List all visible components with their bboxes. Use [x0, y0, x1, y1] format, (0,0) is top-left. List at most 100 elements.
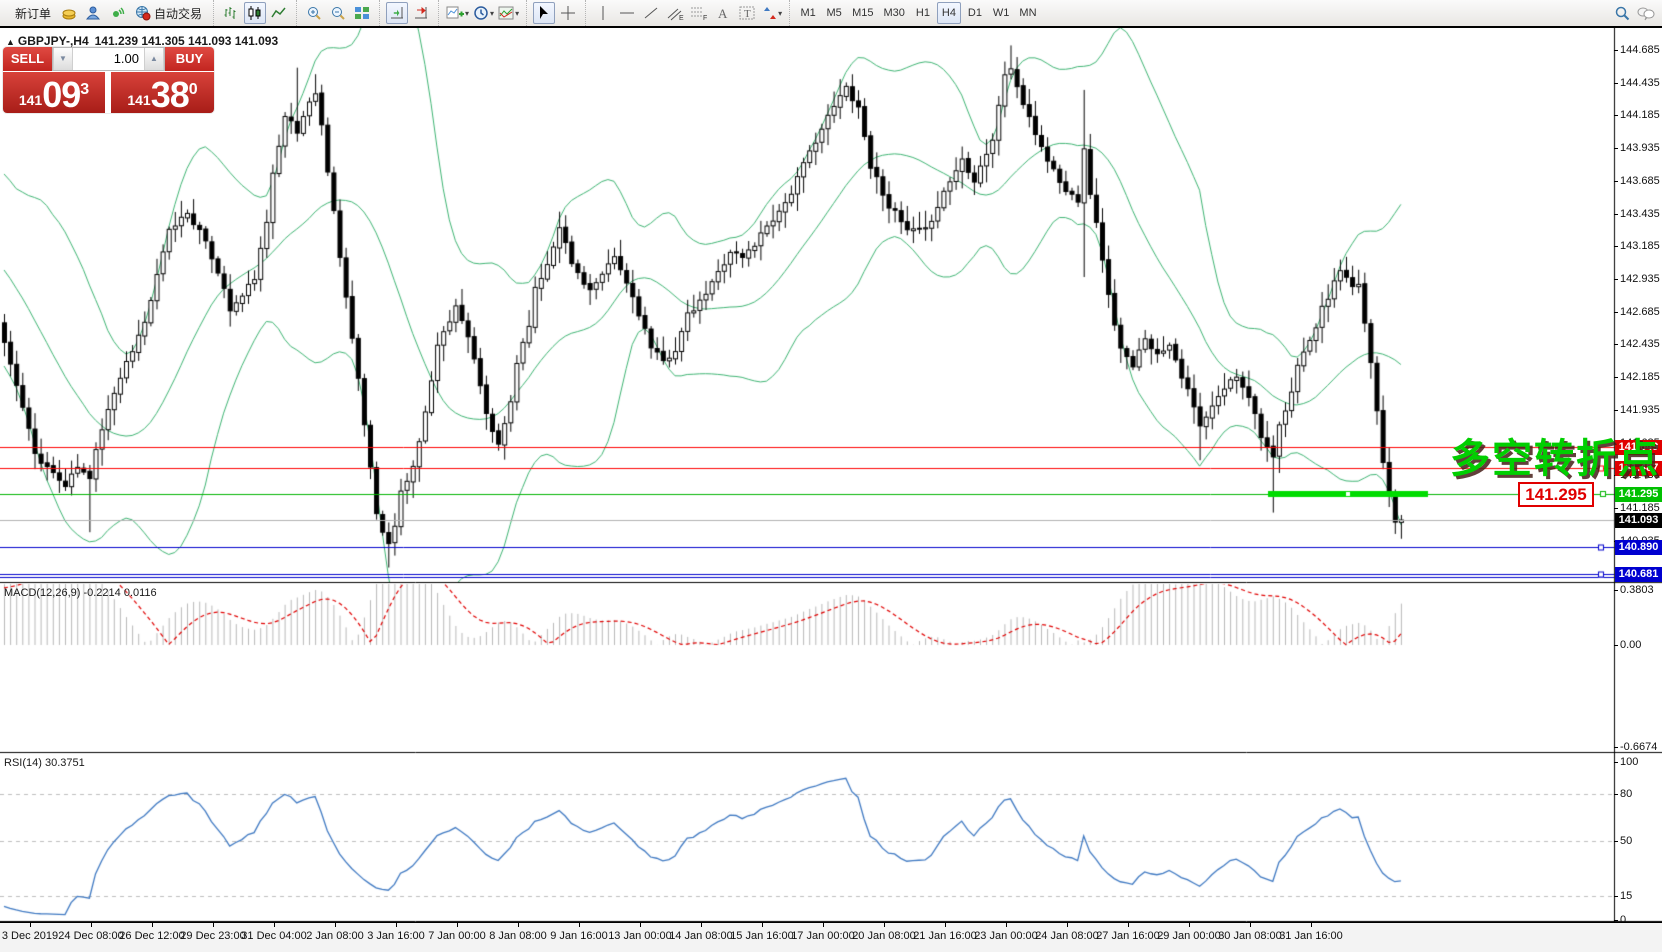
vertical-line-icon[interactable] [592, 2, 614, 24]
toolbar: 新订单 自动交易 [0, 0, 1662, 28]
chat-icon[interactable] [1635, 2, 1657, 24]
cursor-icon[interactable] [533, 2, 555, 24]
macd-axis-label: -0.6674 [1620, 741, 1662, 754]
timeframe-group: M1M5M15M30H1H4D1W1MN [789, 0, 1046, 26]
candlestick-chart-icon[interactable] [244, 2, 266, 24]
chart-shift-icon[interactable] [410, 2, 432, 24]
signals-icon[interactable] [106, 2, 128, 24]
axis-tick [1614, 645, 1618, 646]
price-flag-label[interactable]: 141.295 [1518, 482, 1594, 507]
buy-price-base: 141 [127, 89, 150, 111]
time-axis-label: 24 Dec 08:00 [58, 930, 123, 942]
timeframe-button-w1[interactable]: W1 [989, 2, 1014, 24]
axis-tick [1614, 747, 1618, 748]
price-axis-label: 144.435 [1620, 77, 1662, 90]
time-tick [213, 923, 214, 927]
time-axis-label: 26 Dec 12:00 [119, 930, 184, 942]
timeframe-button-m5[interactable]: M5 [822, 2, 846, 24]
periods-icon[interactable]: ▾ [472, 2, 495, 24]
search-icon[interactable] [1611, 2, 1633, 24]
price-axis-label: 143.185 [1620, 240, 1662, 253]
price-axis-label: 142.435 [1620, 338, 1662, 351]
timeframe-button-d1[interactable]: D1 [963, 2, 987, 24]
tile-windows-icon[interactable] [351, 2, 373, 24]
time-tick [1006, 923, 1007, 927]
axis-tick [1614, 50, 1618, 51]
text-label-icon[interactable]: T [736, 2, 758, 24]
periods-dropdown-arrow[interactable]: ▾ [490, 9, 494, 18]
channel-icon[interactable]: E [664, 2, 686, 24]
time-axis-label: 3 Dec 2019 [2, 930, 58, 942]
timeframe-button-m30[interactable]: M30 [880, 2, 909, 24]
time-tick [91, 923, 92, 927]
timeframe-button-mn[interactable]: MN [1015, 2, 1040, 24]
gold-icon[interactable] [58, 2, 80, 24]
time-tick [1250, 923, 1251, 927]
axis-tick [1614, 590, 1618, 591]
chart-title: ▲GBPJPY-,H4 141.239 141.305 141.093 141.0… [6, 34, 278, 48]
sell-price[interactable]: 141093 [3, 72, 105, 113]
community-icon[interactable] [82, 2, 104, 24]
axis-tick [1614, 794, 1618, 795]
axis-tick [1614, 410, 1618, 411]
timeframe-button-m1[interactable]: M1 [796, 2, 820, 24]
text-icon[interactable]: A [712, 2, 734, 24]
bar-chart-icon[interactable] [220, 2, 242, 24]
svg-text:F: F [703, 15, 707, 21]
price-axis-label: 142.935 [1620, 273, 1662, 286]
indicators-dropdown-arrow[interactable]: ▾ [465, 9, 469, 18]
autotrading-label: 自动交易 [154, 5, 202, 22]
time-tick [1311, 923, 1312, 927]
sell-price-big: 09 [42, 79, 80, 111]
price-axis-label: 144.185 [1620, 109, 1662, 122]
buy-price[interactable]: 141380 [111, 72, 214, 113]
axis-tick [1614, 841, 1618, 842]
svg-text:T: T [744, 8, 751, 20]
line-chart-icon[interactable] [268, 2, 290, 24]
zoom-out-icon[interactable] [327, 2, 349, 24]
symbol-marker-icon: ▲ [6, 37, 15, 47]
price-axis-label: 144.685 [1620, 44, 1662, 57]
buy-price-big: 38 [151, 79, 189, 111]
axis-tick [1614, 148, 1618, 149]
rsi-axis-label: 15 [1620, 890, 1662, 903]
timeframe-button-h1[interactable]: H1 [911, 2, 935, 24]
axis-tick [1614, 181, 1618, 182]
autotrading-button[interactable]: 自动交易 [130, 2, 207, 24]
rsi-axis-label: 80 [1620, 788, 1662, 801]
time-tick [762, 923, 763, 927]
axis-tick [1614, 920, 1618, 921]
indicators-icon[interactable]: ▾ [445, 2, 470, 24]
buy-button[interactable]: BUY [165, 47, 214, 71]
level-price-badge-141.295: 141.295 [1615, 487, 1662, 502]
timeframe-button-h4[interactable]: H4 [937, 2, 961, 24]
time-tick [1128, 923, 1129, 927]
fibonacci-icon[interactable]: F [688, 2, 710, 24]
time-axis-label: 15 Jan 16:00 [730, 930, 794, 942]
shapes-icon[interactable]: ▾ [760, 2, 783, 24]
annotation-text[interactable]: 多空转折点 [1450, 426, 1660, 484]
sell-button[interactable]: SELL [3, 47, 52, 71]
trendline-icon[interactable] [640, 2, 662, 24]
price-chart-canvas[interactable] [0, 28, 1662, 922]
auto-scroll-icon[interactable] [386, 2, 408, 24]
volume-increase-button[interactable]: ▲ [144, 48, 164, 70]
axis-tick [1614, 762, 1618, 763]
shapes-dropdown-arrow[interactable]: ▾ [778, 9, 782, 18]
time-tick [1067, 923, 1068, 927]
axis-tick [1614, 83, 1618, 84]
templates-dropdown-arrow[interactable]: ▾ [515, 9, 519, 18]
timeframe-button-m15[interactable]: M15 [848, 2, 877, 24]
volume-field[interactable]: 1.00 [73, 48, 144, 70]
templates-icon[interactable]: ▾ [497, 2, 520, 24]
macd-label: MACD(12,26,9) -0.2214 0.0116 [4, 587, 157, 599]
crosshair-icon[interactable] [557, 2, 579, 24]
horizontal-line-icon[interactable] [616, 2, 638, 24]
time-tick [396, 923, 397, 927]
volume-decrease-button[interactable]: ▼ [53, 48, 73, 70]
level-price-badge-140.681: 140.681 [1615, 567, 1662, 582]
zoom-in-icon[interactable] [303, 2, 325, 24]
ohlc-values: 141.239 141.305 141.093 141.093 [95, 34, 279, 48]
symbol-period-label: GBPJPY-,H4 [18, 34, 89, 48]
new-order-button[interactable]: 新订单 [10, 2, 56, 24]
